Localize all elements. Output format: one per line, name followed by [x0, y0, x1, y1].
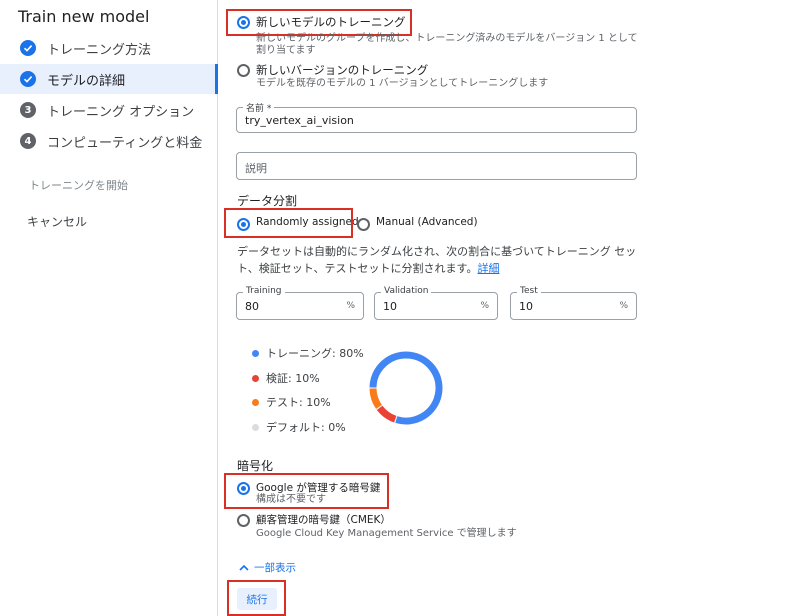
- name-field[interactable]: 名前 * try_vertex_ai_vision: [236, 101, 637, 133]
- training-value: 80: [245, 300, 259, 313]
- step-label: コンピューティングと料金: [47, 136, 203, 151]
- cancel-button[interactable]: キャンセル: [27, 213, 87, 230]
- highlight-box: [227, 580, 286, 616]
- details-link[interactable]: 詳細: [477, 262, 499, 275]
- name-field-label: 名前 *: [243, 101, 275, 114]
- cmek-description: Google Cloud Key Management Service で管理し…: [256, 528, 517, 539]
- training-percent-field[interactable]: Training 80 %: [236, 286, 364, 320]
- legend-label: トレーニング: 80%: [266, 347, 364, 360]
- legend-dot: [252, 423, 259, 431]
- sidebar-title: Train new model: [18, 7, 150, 26]
- highlight-box: [224, 473, 389, 509]
- data-split-description-text: データセットは自動的にランダム化され、次の割合に基づいてトレーニング セット、検…: [237, 245, 637, 275]
- check-icon: [20, 71, 36, 87]
- data-split-description: データセットは自動的にランダム化され、次の割合に基づいてトレーニング セット、検…: [237, 243, 637, 277]
- legend-label: 検証: 10%: [266, 372, 320, 385]
- legend-item-validation: 検証: 10%: [252, 370, 320, 386]
- name-field-value: try_vertex_ai_vision: [245, 114, 354, 127]
- show-less-toggle[interactable]: 一部表示: [238, 560, 296, 575]
- legend-dot: [252, 398, 259, 406]
- legend-dot: [252, 374, 259, 382]
- validation-label: Validation: [381, 286, 432, 296]
- step-training-options[interactable]: 3 トレーニング オプション: [0, 95, 217, 125]
- validation-value: 10: [383, 300, 397, 313]
- cmek-radio[interactable]: [237, 514, 250, 527]
- split-donut-chart: [369, 351, 443, 425]
- donut-slice-test: [369, 388, 382, 409]
- legend-label: デフォルト: 0%: [266, 421, 346, 434]
- step-number-badge: 3: [20, 102, 36, 118]
- test-percent-field[interactable]: Test 10 %: [510, 286, 637, 320]
- legend-item-test: テスト: 10%: [252, 394, 331, 410]
- description-field[interactable]: 説明: [236, 152, 637, 180]
- percent-suffix: %: [619, 301, 628, 311]
- sidebar: Train new model トレーニング方法 モデルの詳細 3 トレーニング…: [0, 0, 218, 616]
- step-training-method[interactable]: トレーニング方法: [0, 33, 217, 63]
- step-compute-pricing[interactable]: 4 コンピューティングと料金: [0, 126, 217, 156]
- legend-item-training: トレーニング: 80%: [252, 345, 364, 361]
- show-less-label: 一部表示: [254, 562, 296, 574]
- donut-slice-validation: [376, 405, 397, 423]
- step-number-badge: 4: [20, 133, 36, 149]
- step-label: モデルの詳細: [47, 74, 126, 89]
- highlight-box: [224, 208, 353, 238]
- new-version-description: モデルを既存のモデルの 1 バージョンとしてトレーニングします: [256, 78, 549, 89]
- test-label: Test: [517, 286, 541, 296]
- manual-radio[interactable]: [357, 218, 370, 231]
- encryption-heading: 暗号化: [237, 459, 274, 473]
- percent-suffix: %: [346, 301, 355, 311]
- legend-item-default: デフォルト: 0%: [252, 419, 346, 435]
- legend-dot: [252, 349, 259, 357]
- data-split-heading: データ分割: [237, 194, 298, 208]
- percent-suffix: %: [480, 301, 489, 311]
- chevron-up-icon: [239, 564, 249, 571]
- new-model-description: 新しいモデルのグループを作成し、トレーニング済みのモデルをバージョン 1 として…: [256, 33, 638, 56]
- legend-label: テスト: 10%: [266, 396, 331, 409]
- highlight-box: [226, 9, 412, 36]
- test-value: 10: [519, 300, 533, 313]
- cmek-label: 顧客管理の暗号鍵（CMEK）: [256, 514, 391, 526]
- step-label: トレーニング オプション: [47, 105, 195, 120]
- step-model-details[interactable]: モデルの詳細: [0, 64, 218, 94]
- new-version-label: 新しいバージョンのトレーニング: [256, 63, 429, 77]
- start-training-button[interactable]: トレーニングを開始: [29, 177, 128, 193]
- check-icon: [20, 40, 36, 56]
- manual-label: Manual (Advanced): [376, 216, 478, 228]
- new-version-radio[interactable]: [237, 64, 250, 77]
- description-placeholder: 説明: [245, 162, 267, 175]
- validation-percent-field[interactable]: Validation 10 %: [374, 286, 498, 320]
- training-label: Training: [243, 286, 285, 296]
- step-label: トレーニング方法: [47, 43, 152, 58]
